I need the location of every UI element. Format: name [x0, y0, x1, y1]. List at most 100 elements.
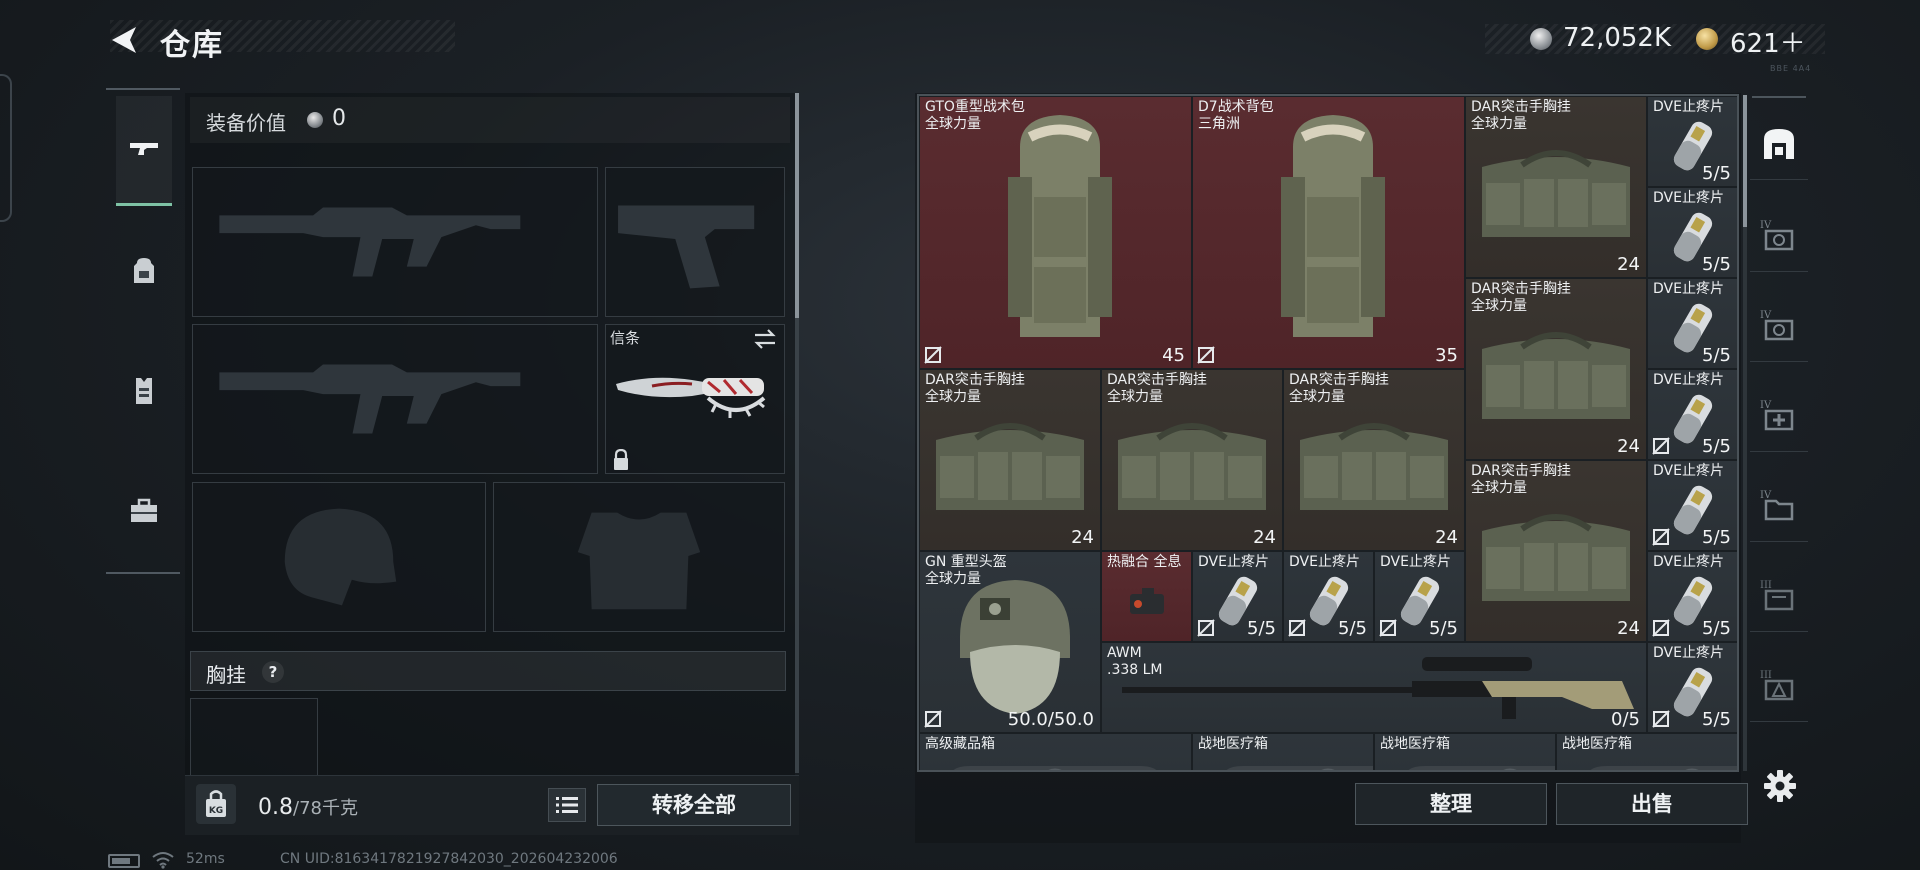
item-name: 战地医疗箱: [1198, 736, 1268, 752]
tab-weapons[interactable]: [116, 96, 172, 206]
no-insure-icon: [924, 346, 942, 364]
item-count: 5/5: [1702, 709, 1731, 730]
item-subtitle: 全球力量: [925, 571, 981, 587]
currency-premium-value[interactable]: 621＋: [1730, 23, 1806, 60]
tab-containers[interactable]: [116, 456, 172, 566]
storage-item[interactable]: 战地医疗箱: [1192, 733, 1374, 770]
helmet-art-icon: [960, 580, 1070, 714]
storage-item[interactable]: 热融合 全息: [1101, 551, 1192, 642]
transfer-all-button[interactable]: 转移全部: [597, 784, 791, 826]
box-art-icon: [1408, 766, 1555, 770]
item-count: 24: [1435, 527, 1458, 548]
rig-art-icon: [1482, 150, 1630, 237]
item-name: GTO重型战术包: [925, 99, 1025, 115]
rig-art-icon: [1118, 423, 1266, 510]
help-icon[interactable]: ?: [262, 661, 284, 683]
storage-item[interactable]: DVE止疼片 5/5: [1647, 187, 1737, 278]
storage-item[interactable]: GTO重型战术包 全球力量 45: [919, 96, 1192, 369]
storage-item[interactable]: DAR突击手胸挂 全球力量 24: [1465, 96, 1647, 278]
no-insure-icon: [1652, 437, 1670, 455]
tab-rail-divider: [106, 572, 180, 574]
svg-text:III: III: [1760, 580, 1772, 591]
item-count: 24: [1253, 527, 1276, 548]
tab-rail-divider: [106, 88, 180, 90]
storage-item[interactable]: DVE止疼片 5/5: [1374, 551, 1465, 642]
item-subtitle: 全球力量: [925, 389, 981, 405]
side-tab-folder-iv[interactable]: IV: [1750, 470, 1808, 542]
bag-art-icon: [1281, 115, 1385, 337]
back-arrow-icon[interactable]: [108, 24, 140, 56]
sell-button[interactable]: 出售: [1556, 783, 1748, 825]
settings-gear-icon[interactable]: [1762, 768, 1798, 804]
item-name: DVE止疼片: [1380, 554, 1451, 570]
storage-item[interactable]: DVE止疼片 5/5: [1647, 96, 1737, 187]
item-name: 高级藏品箱: [925, 736, 995, 752]
item-subtitle: 三角洲: [1198, 116, 1240, 132]
item-name: DVE止疼片: [1653, 554, 1724, 570]
storage-item[interactable]: 战地医疗箱: [1374, 733, 1556, 770]
storage-item[interactable]: DVE止疼片 5/5: [1647, 278, 1737, 369]
helmet-slot[interactable]: [192, 482, 486, 632]
item-name: DAR突击手胸挂: [1107, 372, 1207, 388]
edge-drawer-handle[interactable]: [0, 74, 12, 222]
sidearm-slot[interactable]: [605, 167, 785, 317]
armor-slot[interactable]: [493, 482, 785, 632]
tab-backpacks[interactable]: [116, 216, 172, 326]
side-tab-case-iii[interactable]: III: [1750, 560, 1808, 632]
sort-button[interactable]: 整理: [1355, 783, 1547, 825]
swap-icon[interactable]: [752, 328, 778, 350]
item-name: DAR突击手胸挂: [1471, 281, 1571, 297]
side-tab-divider: [1752, 96, 1806, 98]
item-name: DVE止疼片: [1653, 190, 1724, 206]
list-view-icon[interactable]: [548, 788, 586, 822]
rig-art-icon: [1482, 332, 1630, 419]
item-count: 24: [1617, 436, 1640, 457]
svg-text:IV: IV: [1760, 220, 1772, 231]
storage-item[interactable]: DVE止疼片 5/5: [1647, 369, 1737, 460]
storage-item[interactable]: DAR突击手胸挂 全球力量 24: [1465, 460, 1647, 642]
item-name: DVE止疼片: [1653, 463, 1724, 479]
storage-item[interactable]: DVE止疼片 5/5: [1647, 642, 1737, 733]
storage-item[interactable]: D7战术背包 三角洲 35: [1192, 96, 1465, 369]
storage-item[interactable]: DVE止疼片 5/5: [1647, 551, 1737, 642]
page-title: 仓库: [160, 28, 224, 63]
equipment-value-label: 装备价值: [206, 111, 286, 135]
chest-rig-slot[interactable]: [190, 698, 318, 776]
no-insure-icon: [1652, 528, 1670, 546]
storage-item[interactable]: 战地医疗箱: [1556, 733, 1737, 770]
equipment-scrollbar[interactable]: [795, 93, 799, 773]
storage-item[interactable]: DAR突击手胸挂 全球力量 24: [919, 369, 1101, 551]
silver-coin-icon: [1530, 28, 1552, 50]
storage-item[interactable]: DAR突击手胸挂 全球力量 24: [1465, 278, 1647, 460]
storage-item[interactable]: 高级藏品箱: [919, 733, 1192, 770]
side-tab-medkit-iv[interactable]: IV: [1750, 380, 1808, 452]
storage-item[interactable]: DAR突击手胸挂 全球力量 24: [1101, 369, 1283, 551]
storage-item[interactable]: GN 重型头盔 全球力量 50.0/50.0: [919, 551, 1101, 733]
knife-icon: [616, 377, 766, 418]
rifle-silhouette-icon: [219, 364, 521, 434]
box-art-icon: [953, 766, 1157, 770]
secondary-weapon-slot[interactable]: [192, 324, 598, 474]
item-count: 5/5: [1338, 618, 1367, 639]
item-count: 50.0/50.0: [1007, 709, 1094, 730]
item-name: DAR突击手胸挂: [1289, 372, 1389, 388]
rig-art-icon: [1482, 514, 1630, 601]
case-iii-icon: III: [1760, 580, 1794, 610]
storage-item[interactable]: DVE止疼片 5/5: [1647, 460, 1737, 551]
no-insure-icon: [1288, 619, 1306, 637]
side-tab-storage[interactable]: [1750, 108, 1808, 180]
item-count: 24: [1617, 254, 1640, 275]
primary-weapon-slot[interactable]: [192, 167, 598, 317]
storage-item[interactable]: DVE止疼片 5/5: [1192, 551, 1283, 642]
side-tab-case-iv-2[interactable]: IV: [1750, 290, 1808, 362]
item-count: 5/5: [1702, 527, 1731, 548]
storage-item[interactable]: DVE止疼片 5/5: [1283, 551, 1374, 642]
no-insure-icon: [1379, 619, 1397, 637]
wifi-icon: [152, 852, 174, 869]
side-tab-warning-iii[interactable]: III: [1750, 650, 1808, 722]
storage-scrollbar[interactable]: [1743, 95, 1747, 771]
tab-armor[interactable]: [116, 336, 172, 446]
storage-item[interactable]: AWM .338 LM 0/5: [1101, 642, 1647, 733]
storage-item[interactable]: DAR突击手胸挂 全球力量 24: [1283, 369, 1465, 551]
side-tab-case-iv[interactable]: IV: [1750, 200, 1808, 272]
